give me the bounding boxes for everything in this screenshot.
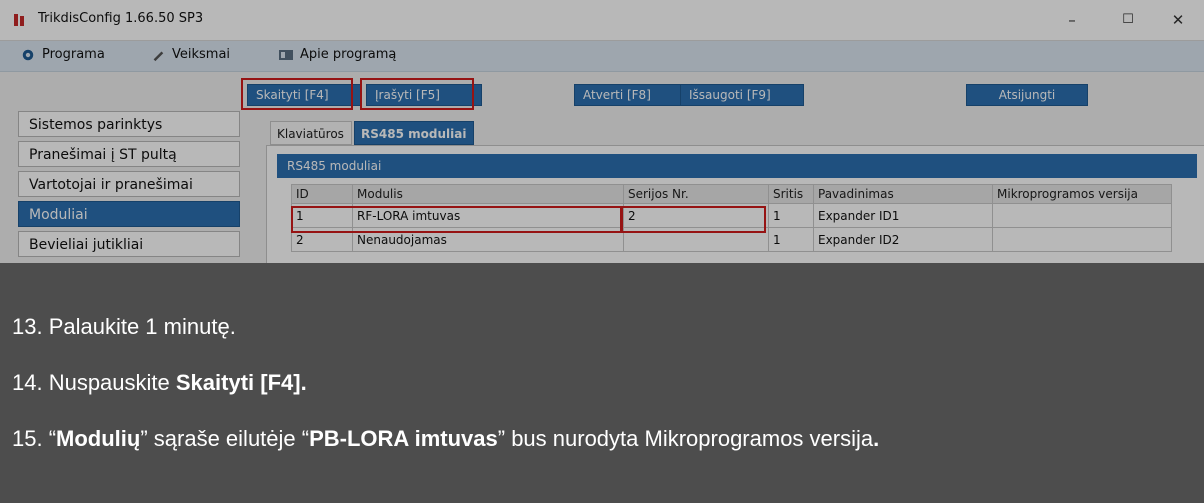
cell-sritis[interactable]: 1 <box>768 227 814 252</box>
step-13: 13. Palaukite 1 minutę. <box>12 314 236 339</box>
read-highlight <box>241 78 353 110</box>
serial-highlight <box>620 206 766 233</box>
sidebar-item-wireless[interactable]: Bevieliai jutikliai <box>18 231 240 257</box>
window-title: TrikdisConfig 1.66.50 SP3 <box>38 11 204 26</box>
title-bar: TrikdisConfig 1.66.50 SP3 – ☐ ✕ <box>0 0 1204 41</box>
col-modulis: Modulis <box>352 184 624 204</box>
panel-header: RS485 moduliai <box>277 154 1197 178</box>
cell-sritis[interactable]: 1 <box>768 203 814 228</box>
menu-apie[interactable]: Apie programą <box>278 47 396 62</box>
col-fw: Mikroprogramos versija <box>992 184 1172 204</box>
menu-programa-label: Programa <box>42 47 105 62</box>
cell-fw <box>992 227 1172 252</box>
tab-keyboards[interactable]: Klaviatūros <box>270 121 352 145</box>
sidebar-item-system[interactable]: Sistemos parinktys <box>18 111 240 137</box>
open-button[interactable]: Atverti [F8] <box>574 84 688 106</box>
step-15-mid-1: ” sąraše eilutėje “ <box>140 426 310 451</box>
save-button[interactable]: Išsaugoti [F9] <box>680 84 804 106</box>
tab-rs485[interactable]: RS485 moduliai <box>354 121 474 145</box>
menu-veiksmai-label: Veiksmai <box>172 47 231 62</box>
col-serial: Serijos Nr. <box>623 184 769 204</box>
cell-name[interactable]: Expander ID2 <box>813 227 993 252</box>
col-name: Pavadinimas <box>813 184 993 204</box>
write-highlight <box>360 78 474 110</box>
app-screenshot: TrikdisConfig 1.66.50 SP3 – ☐ ✕ Programa… <box>0 0 1204 263</box>
table-header-row: ID Modulis Serijos Nr. Sritis Pavadinima… <box>291 184 1172 204</box>
step-15-prefix: 15. “ <box>12 426 57 451</box>
cell-fw <box>992 203 1172 228</box>
close-button[interactable]: ✕ <box>1158 6 1198 34</box>
step-15-bold-2: PB-LORA imtuvas <box>309 426 498 451</box>
module-highlight <box>291 206 623 233</box>
step-15-bold-1: Modulių <box>56 426 141 451</box>
maximize-button[interactable]: ☐ <box>1108 6 1148 34</box>
minimize-button[interactable]: – <box>1052 6 1092 34</box>
menu-veiksmai[interactable]: Veiksmai <box>150 47 230 62</box>
col-sritis: Sritis <box>768 184 814 204</box>
app-icon <box>14 14 24 26</box>
step-14-bold: Skaityti [F4] <box>175 370 301 395</box>
sidebar-item-modules[interactable]: Moduliai <box>18 201 240 227</box>
menu-bar: Programa Veiksmai Apie programą <box>0 41 1204 72</box>
disconnect-button[interactable]: Atsijungti <box>966 84 1088 106</box>
step-14-prefix: 14. Nuspauskite <box>12 370 176 395</box>
step-15-mid-2: ” bus nurodyta Mikroprogramos versija <box>497 426 874 451</box>
sidebar-item-users[interactable]: Vartotojai ir pranešimai <box>18 171 240 197</box>
menu-programa[interactable]: Programa <box>20 47 105 62</box>
step-14-suffix: . <box>300 370 307 395</box>
gear-icon <box>22 49 34 60</box>
sidebar: Sistemos parinktys Pranešimai į ST pultą… <box>18 111 240 261</box>
rs485-panel: RS485 moduliai ID Modulis Serijos Nr. Sr… <box>266 145 1204 263</box>
step-15-bold-3: . <box>873 426 880 451</box>
step-14: 14. Nuspauskite Skaityti [F4]. <box>12 370 307 396</box>
info-card-icon <box>279 49 293 60</box>
sidebar-item-reports[interactable]: Pranešimai į ST pultą <box>18 141 240 167</box>
step-15: 15. “Modulių” sąraše eilutėje “PB-LORA i… <box>12 426 879 452</box>
cell-name[interactable]: Expander ID1 <box>813 203 993 228</box>
wrench-icon <box>153 51 164 61</box>
menu-apie-label: Apie programą <box>300 47 397 62</box>
col-id: ID <box>291 184 353 204</box>
